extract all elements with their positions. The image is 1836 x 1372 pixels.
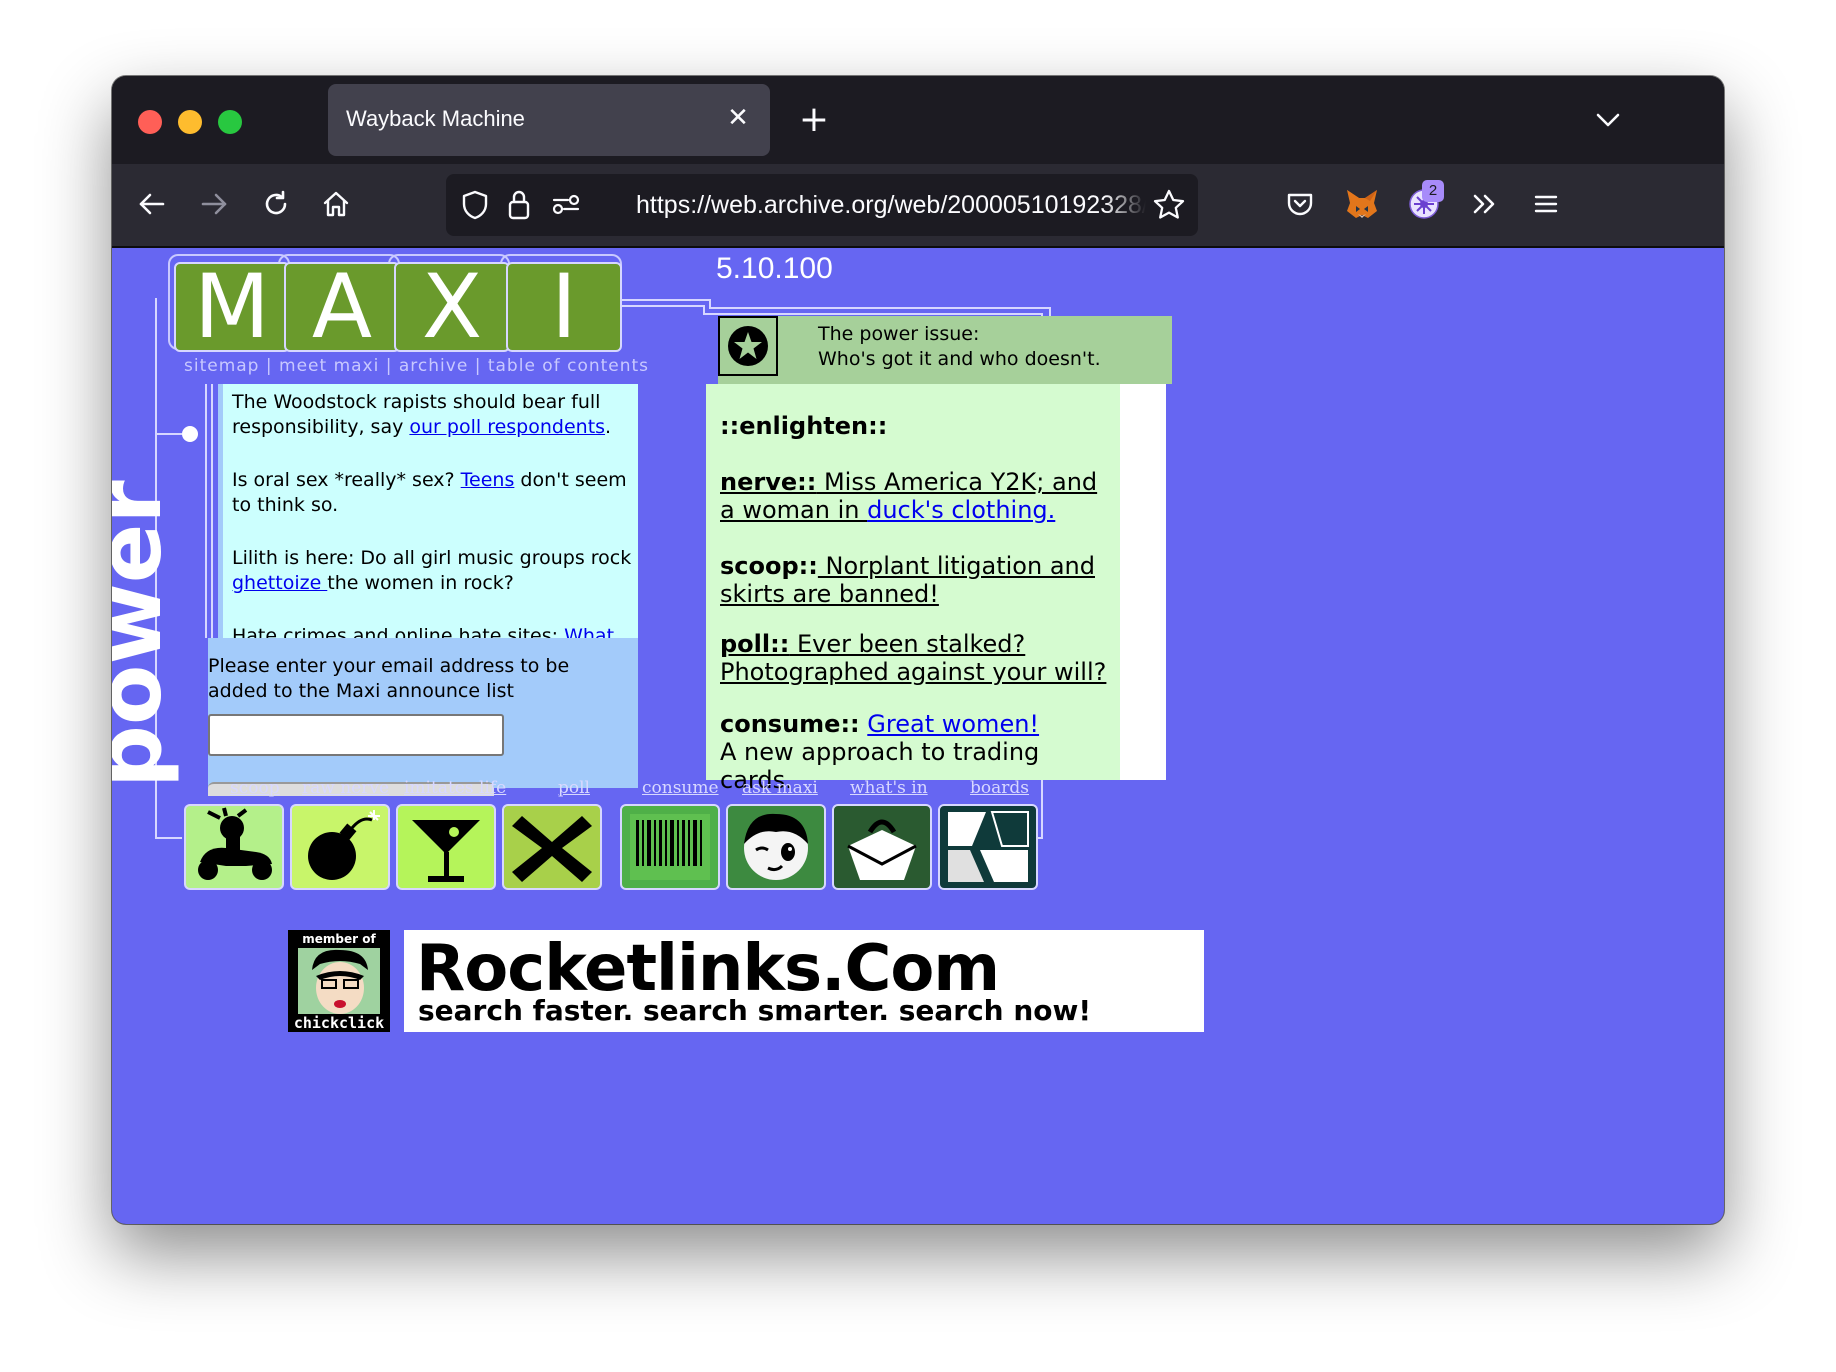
left-stories-panel: The Woodstock rapists should bear full r… [218, 384, 638, 697]
forward-button[interactable] [186, 176, 242, 232]
browser-window: Wayback Machine ✕ + https://web.archive.… [112, 76, 1724, 1224]
issue-line-1: The power issue: [818, 323, 980, 345]
forward-icon [201, 193, 227, 215]
extension-badge: 2 [1422, 180, 1444, 202]
poll-x-icon[interactable] [502, 804, 602, 890]
overflow-icon [1473, 194, 1495, 214]
menu-icon [1534, 195, 1558, 213]
link-great-women[interactable]: Great women! [867, 710, 1039, 738]
logo-letter-x: X [394, 262, 510, 352]
label-boards[interactable]: boards [970, 778, 1029, 798]
url-text[interactable]: https://web.archive.org/web/200005101923… [636, 191, 1146, 220]
issue-line-2: Who's got it and who doesn't. [818, 348, 1101, 370]
story-oral-sex: Is oral sex *really* sex? Teens don't se… [232, 469, 627, 516]
shield-icon[interactable] [460, 189, 490, 221]
label-poll[interactable]: poll [558, 778, 590, 798]
label-ask-maxi[interactable]: ask maxi [742, 778, 818, 798]
label-scoop[interactable]: scoop [230, 778, 280, 798]
chevron-down-icon [1596, 113, 1620, 127]
new-tab-button[interactable]: + [788, 94, 840, 146]
imitates-life-martini-icon[interactable] [396, 804, 496, 890]
consume-barcode-icon[interactable] [620, 804, 720, 890]
power-side-word: power [112, 480, 181, 788]
enlighten-panel: ::enlighten:: nerve:: Miss America Y2K; … [706, 384, 1120, 794]
raw-nerve-bomb-icon[interactable] [290, 804, 390, 890]
back-button[interactable] [124, 176, 180, 232]
lock-icon[interactable] [506, 188, 532, 222]
issue-banner: The power issue: Who's got it and who do… [718, 316, 1172, 384]
issue-date: 5.10.100 [716, 252, 833, 285]
page-content: power M A X I sitemap | meet maxi | arch… [112, 248, 1724, 1224]
issue-text: The power issue: Who's got it and who do… [818, 322, 1101, 372]
link-poll-respondents[interactable]: our poll respondents [409, 416, 605, 438]
story-woodstock: The Woodstock rapists should bear full r… [232, 391, 612, 438]
logo-letter-a: A [284, 262, 400, 352]
rocketlinks-banner-ad[interactable]: Rocketlinks.Com search faster. search sm… [404, 930, 1204, 1032]
email-signup-panel: Please enter your email address to be ad… [208, 638, 638, 796]
label-raw-nerve[interactable]: raw nerve [302, 778, 389, 798]
email-signup-label: Please enter your email address to be ad… [208, 655, 570, 702]
scoop-icon[interactable] [184, 804, 284, 890]
nav-meet-maxi[interactable]: meet maxi [279, 356, 379, 376]
logo-letter-i: I [506, 262, 622, 352]
maximize-window-button[interactable] [218, 110, 242, 134]
email-input[interactable] [208, 714, 504, 756]
item-poll[interactable]: poll:: Ever been stalked? Photographed a… [720, 630, 1110, 686]
label-imitates-life[interactable]: imitates life [404, 778, 506, 798]
whats-in-bag-icon[interactable] [832, 804, 932, 890]
nav-table-of-contents[interactable]: table of contents [488, 356, 649, 376]
link-ducks-clothing[interactable]: duck's clothing. [867, 496, 1055, 524]
metamask-extension-button[interactable] [1334, 176, 1390, 232]
app-menu-button[interactable] [1518, 176, 1574, 232]
star-badge-icon [728, 326, 768, 366]
minimize-window-button[interactable] [178, 110, 202, 134]
tab-wayback-machine[interactable]: Wayback Machine ✕ [328, 84, 770, 156]
boards-icon[interactable] [938, 804, 1038, 890]
close-window-button[interactable] [138, 110, 162, 134]
chickclick-member-text: member of [302, 932, 376, 946]
logo-letter-m: M [174, 262, 290, 352]
enlighten-heading: ::enlighten:: [720, 412, 888, 440]
chickclick-face-icon [298, 948, 380, 1014]
pocket-button[interactable] [1272, 176, 1328, 232]
navigation-bar: https://web.archive.org/web/200005101923… [112, 164, 1724, 248]
tab-strip: Wayback Machine ✕ + [112, 76, 1724, 164]
power-star-icon [718, 316, 778, 376]
nav-archive[interactable]: archive [399, 356, 468, 376]
permissions-icon[interactable] [550, 191, 582, 219]
bookmark-star-icon[interactable] [1152, 188, 1186, 222]
home-icon [323, 191, 349, 217]
story-lilith: Lilith is here: Do all girl music groups… [232, 547, 632, 594]
rocketlinks-tagline: search faster. search smarter. search no… [418, 994, 1092, 1027]
overflow-button[interactable] [1456, 176, 1512, 232]
tab-close-icon[interactable]: ✕ [720, 100, 756, 136]
nav-sitemap[interactable]: sitemap [184, 356, 259, 376]
url-bar[interactable]: https://web.archive.org/web/200005101923… [446, 174, 1198, 236]
link-teens[interactable]: Teens [461, 469, 515, 491]
white-strip [1120, 384, 1166, 780]
home-button[interactable] [308, 176, 364, 232]
main-nav: sitemap | meet maxi | archive | table of… [184, 356, 650, 376]
reload-icon [265, 190, 287, 215]
tab-title: Wayback Machine [346, 106, 525, 131]
pocket-icon [1287, 193, 1313, 216]
item-nerve[interactable]: nerve:: Miss America Y2K; and a woman in… [720, 468, 1110, 524]
list-all-tabs-button[interactable] [1582, 94, 1634, 146]
back-icon [139, 193, 165, 215]
ask-maxi-face-icon[interactable] [726, 804, 826, 890]
chickclick-name: chickclick [293, 1014, 385, 1032]
label-consume[interactable]: consume [642, 778, 719, 798]
metamask-fox-icon [1347, 190, 1377, 218]
chickclick-member-banner[interactable]: member of chickclick [288, 930, 390, 1032]
reload-button[interactable] [248, 176, 304, 232]
link-ghettoize[interactable]: ghettoize [232, 572, 327, 594]
item-scoop[interactable]: scoop:: Norplant litigation and skirts a… [720, 552, 1110, 608]
label-whats-in[interactable]: what's in [850, 778, 928, 798]
